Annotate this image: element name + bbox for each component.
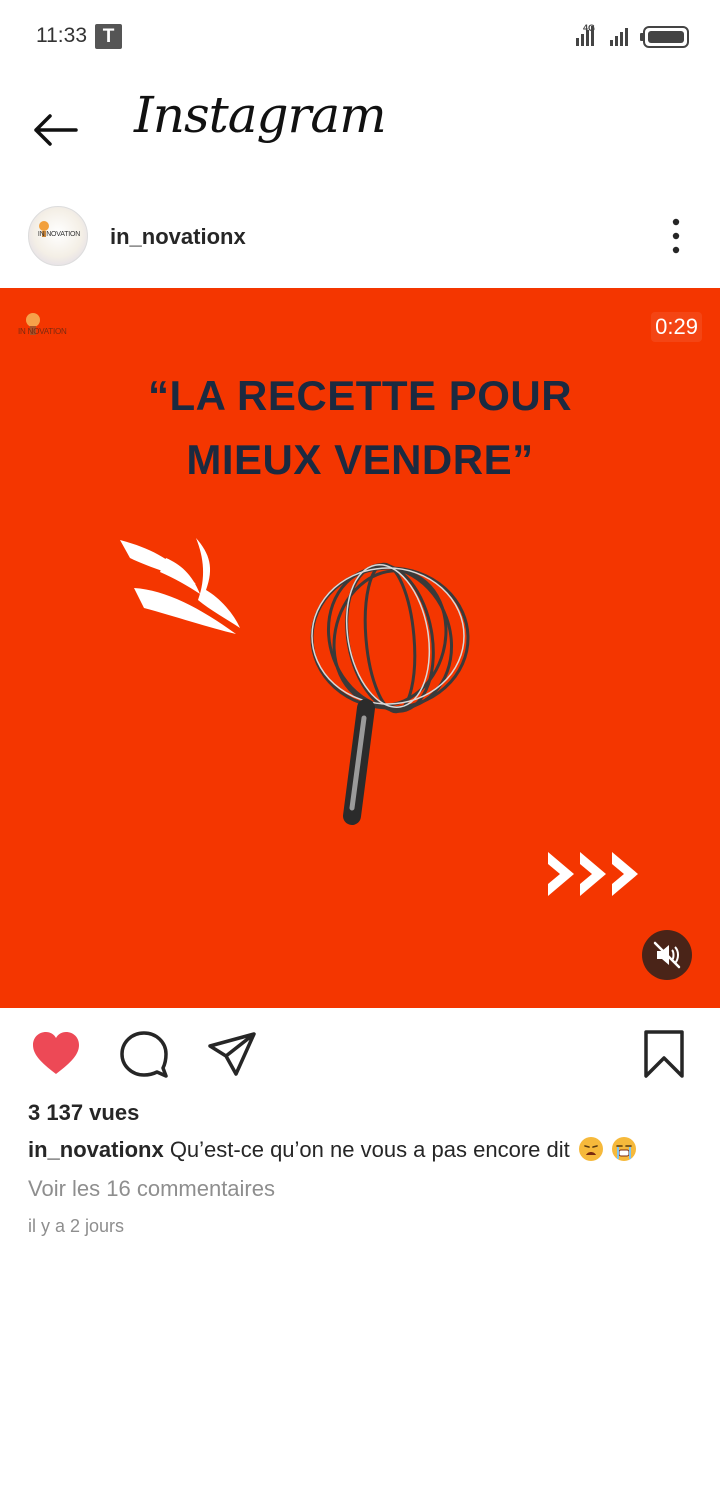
caption-username[interactable]: in_novationx	[28, 1137, 164, 1162]
status-time: 11:33	[36, 24, 87, 47]
notification-icon: T	[95, 24, 122, 49]
instagram-logo: Instagram	[134, 86, 387, 144]
battery-icon	[640, 26, 689, 48]
avatar-text: IN NOVATION	[37, 231, 81, 238]
muted-icon[interactable]	[642, 930, 692, 980]
post-caption: in_novationx Qu’est-ce qu’on ne vous a p…	[28, 1137, 636, 1163]
app-header: Instagram	[0, 72, 720, 188]
more-options-icon[interactable]	[660, 216, 692, 256]
system-status-icons: 4G	[576, 23, 689, 48]
back-arrow-icon[interactable]	[28, 106, 84, 154]
view-count: 3 137 vues	[28, 1100, 140, 1125]
view-comments-link[interactable]: Voir les 16 commentaires	[28, 1176, 275, 1202]
post-video[interactable]: IN NOVATION 0:29 “LA RECETTE POUR MIEUX …	[0, 288, 720, 1008]
bookmark-icon[interactable]	[638, 1028, 690, 1080]
headline-line-2: MIEUX VENDRE”	[186, 436, 534, 483]
caption-text: Qu’est-ce qu’on ne vous a pas encore dit	[169, 1137, 570, 1162]
post-timestamp: il y a 2 jours	[28, 1216, 125, 1236]
comment-icon[interactable]	[118, 1028, 170, 1080]
post-username[interactable]: in_novationx	[110, 224, 246, 250]
weary-face-emoji-icon	[578, 1137, 603, 1161]
whisk-icon	[310, 562, 470, 825]
next-arrows-icon	[548, 852, 638, 896]
avatar[interactable]: IN NOVATION	[28, 206, 88, 266]
steam-icon	[120, 538, 240, 634]
post-actions	[0, 1008, 720, 1098]
post-header: IN NOVATION in_novationx	[0, 188, 720, 288]
like-heart-icon[interactable]	[30, 1028, 82, 1080]
signal-icon-2	[610, 28, 628, 46]
video-duration: 0:29	[651, 312, 702, 342]
headline-line-1: “LA RECETTE POUR	[147, 372, 573, 419]
status-bar: 11:33 T 4G	[0, 0, 720, 72]
crying-face-emoji-icon	[611, 1137, 636, 1161]
video-headline: “LA RECETTE POUR MIEUX VENDRE”	[0, 364, 720, 492]
media-brand-text: IN NOVATION	[18, 327, 67, 336]
share-icon[interactable]	[206, 1028, 258, 1080]
